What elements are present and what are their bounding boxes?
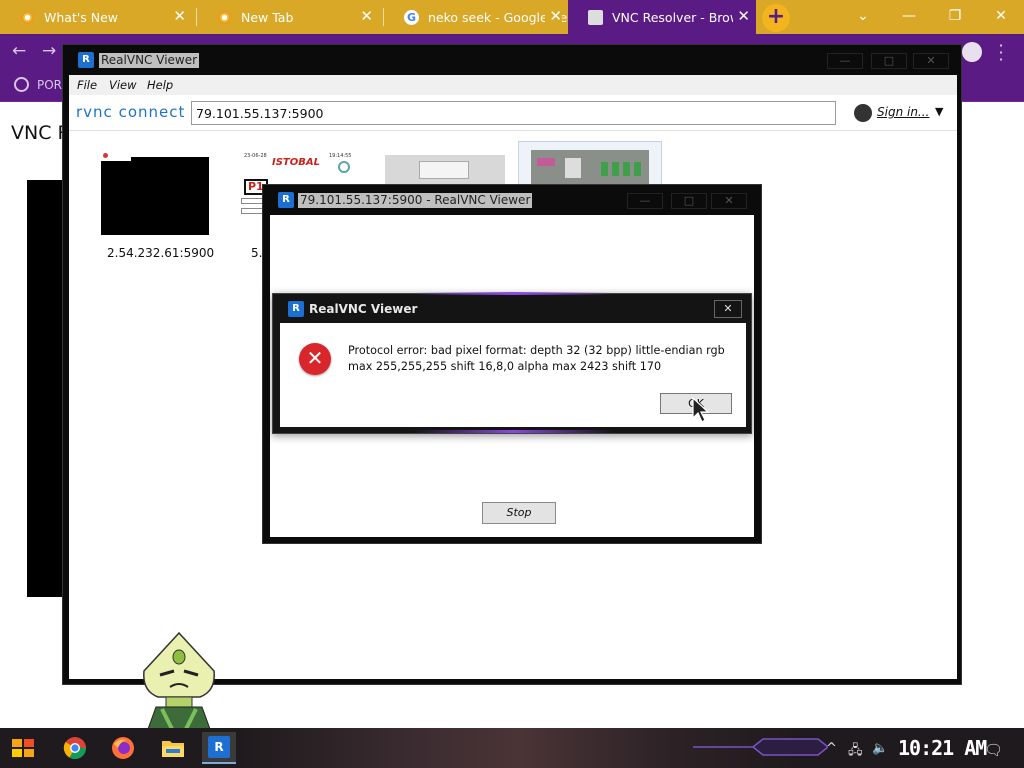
bookmark-label: POR (37, 77, 63, 92)
close-icon[interactable]: ✕ (733, 9, 750, 24)
dialog-body: ✕ Protocol error: bad pixel format: dept… (280, 323, 746, 427)
notifications-icon[interactable]: 🗨 (984, 741, 1003, 759)
network-icon[interactable]: 🖧 (848, 741, 863, 763)
error-dialog: R RealVNC Viewer ✕ ✕ Protocol error: bad… (272, 292, 752, 434)
chrome-icon (20, 9, 35, 25)
rvnc-connect-logo: rvnc connect (76, 103, 186, 121)
dialog-accent (413, 292, 613, 295)
chevron-down-icon[interactable]: ▼ (935, 105, 943, 118)
dialog-title: RealVNC Viewer (309, 302, 418, 316)
globe-icon (14, 77, 29, 92)
realvnc-logo-icon: R (288, 301, 304, 317)
minimize-button[interactable]: — (894, 6, 924, 26)
new-tab-button[interactable]: + (762, 4, 790, 32)
vnc-resolver-icon (588, 9, 603, 25)
thumb-stamp: 23-06-28 (244, 153, 267, 159)
firefox-logo (112, 737, 134, 759)
chevron-down-icon[interactable]: ⌄ (848, 6, 878, 26)
tab-vnc-resolver[interactable]: VNC Resolver - Brows ✕ (568, 0, 756, 34)
realvnc-logo-icon: R (78, 52, 94, 68)
dialog-close-button[interactable]: ✕ (714, 300, 742, 318)
start-icon[interactable] (6, 732, 40, 764)
window-title: RealVNC Viewer (99, 53, 200, 68)
taskbar-decoration (693, 738, 828, 756)
error-message: Protocol error: bad pixel format: depth … (348, 343, 733, 375)
thumb-badge-icon (338, 161, 350, 173)
thumb-indicators (601, 162, 641, 176)
thumb-stamp: 19:14:55 (329, 153, 352, 159)
tab-new-tab[interactable]: New Tab ✕ (197, 0, 383, 34)
dialog-accent (413, 430, 613, 433)
tab-title: What's New (44, 9, 119, 25)
window-close-button[interactable]: ✕ (711, 193, 747, 209)
chrome-icon[interactable] (58, 732, 92, 764)
error-message-line: Protocol error: bad pixel format: depth … (348, 344, 725, 357)
folder-logo (162, 741, 184, 757)
connect-bar: rvnc connect Sign in... ▼ (69, 95, 957, 131)
maximize-button[interactable]: □ (671, 193, 707, 209)
forward-arrow-icon[interactable]: → (42, 41, 56, 61)
error-message-line: max 255,255,255 shift 16,8,0 alpha max 2… (348, 360, 662, 373)
chrome-icon (217, 9, 232, 25)
desktop-mascot (143, 631, 215, 729)
taskbar: R (0, 728, 1024, 768)
browser-tab-bar: What's New ✕ New Tab ✕ G neko seek - Goo… (0, 0, 1024, 34)
file-explorer-icon[interactable] (156, 732, 190, 764)
window-close-button[interactable]: ✕ (986, 6, 1016, 26)
thumb-block (537, 158, 555, 166)
tab-title: New Tab (241, 9, 294, 25)
tab-title: VNC Resolver - Brows (612, 9, 747, 25)
back-arrow-icon[interactable]: ← (12, 41, 26, 61)
chrome-logo (63, 737, 86, 759)
mouse-cursor-icon (692, 396, 710, 423)
tab-google-search[interactable]: G neko seek - Google Se ✕ (384, 0, 568, 34)
taskbar-clock[interactable]: 10:21 AM (898, 736, 987, 760)
google-icon: G (404, 9, 419, 25)
realvnc-logo-icon: R (278, 192, 294, 208)
minimize-button[interactable]: — (827, 53, 863, 69)
window-close-button[interactable]: ✕ (913, 53, 949, 69)
profile-avatar[interactable] (962, 42, 982, 62)
thumb-logo (101, 151, 131, 161)
realvnc-icon[interactable]: R (202, 732, 236, 764)
thumb-brand: ISTOBAL (272, 157, 320, 168)
volume-icon[interactable]: 🔈 (872, 741, 888, 756)
firefox-icon[interactable] (106, 732, 140, 764)
user-icon[interactable] (854, 104, 872, 122)
window-titlebar: R RealVNC Viewer — □ ✕ (63, 45, 961, 75)
start-logo (12, 739, 34, 757)
connection-thumbnail[interactable] (101, 151, 209, 235)
page-dark-panel (27, 180, 67, 597)
sign-in-link[interactable]: Sign in... (877, 105, 929, 119)
maximize-button[interactable]: □ (871, 53, 907, 69)
more-menu-icon[interactable]: · · · (997, 38, 1005, 68)
vnc-address-input[interactable] (191, 101, 836, 125)
close-icon[interactable]: ✕ (545, 9, 562, 24)
minimize-button[interactable]: — (627, 193, 663, 209)
thumb-block (565, 158, 581, 178)
menu-help[interactable]: Help (147, 78, 173, 92)
close-icon[interactable]: ✕ (360, 9, 373, 24)
menu-bar: File View Help (69, 75, 957, 95)
thumbnail-label[interactable]: 2.54.232.61:5900 (107, 246, 214, 260)
thumb-window (419, 161, 469, 179)
window-title: 79.101.55.137:5900 - RealVNC Viewer (298, 193, 533, 208)
restore-button[interactable]: ❐ (940, 6, 970, 26)
bookmark-item[interactable]: POR (14, 77, 62, 92)
menu-file[interactable]: File (77, 78, 97, 92)
realvnc-logo: R (208, 736, 230, 758)
error-x-icon: ✕ (299, 343, 331, 375)
close-icon[interactable]: ✕ (173, 9, 186, 24)
tab-whats-new[interactable]: What's New ✕ (0, 0, 196, 34)
chevron-up-icon[interactable]: ^ (826, 741, 837, 756)
menu-view[interactable]: View (109, 78, 137, 92)
stop-button[interactable]: Stop (482, 502, 556, 524)
